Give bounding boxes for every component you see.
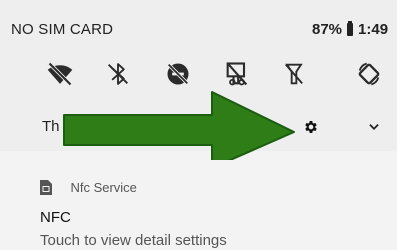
tile-mobile-data[interactable] [274, 54, 314, 94]
footer-text: Th [42, 118, 60, 135]
notification-header: Nfc Service [40, 179, 137, 196]
nfc-notification[interactable]: Nfc Service NFC Touch to view detail set… [0, 160, 397, 250]
quick-settings-row [0, 54, 397, 94]
signal-off-icon [285, 63, 303, 85]
auto-rotate-icon [358, 62, 380, 86]
sim-card-icon [40, 180, 52, 196]
carrier-label: NO SIM CARD [11, 21, 114, 38]
do-not-disturb-off-icon [167, 63, 189, 85]
tile-bluetooth[interactable] [98, 54, 138, 94]
annotation-arrow [63, 91, 295, 169]
clock: 1:49 [358, 21, 389, 38]
notification-title: NFC [40, 209, 71, 226]
status-bar: NO SIM CARD 87% 1:49 [0, 0, 397, 52]
tile-auto-rotate[interactable] [349, 54, 389, 94]
flashlight-off-icon [226, 62, 248, 86]
battery-percent: 87% [312, 21, 343, 38]
expand-button[interactable] [361, 114, 387, 140]
tile-do-not-disturb[interactable] [158, 54, 198, 94]
notification-app-name: Nfc Service [70, 180, 137, 196]
notification-text: Touch to view detail settings [40, 232, 227, 249]
battery-icon [347, 21, 354, 36]
chevron-down-icon [369, 124, 379, 130]
gear-icon [305, 121, 317, 133]
bluetooth-off-icon [108, 63, 128, 85]
wifi-off-icon [47, 62, 73, 86]
tile-wifi[interactable] [40, 54, 80, 94]
status-right-group: 87% 1:49 [312, 21, 388, 38]
tile-flashlight[interactable] [217, 54, 257, 94]
